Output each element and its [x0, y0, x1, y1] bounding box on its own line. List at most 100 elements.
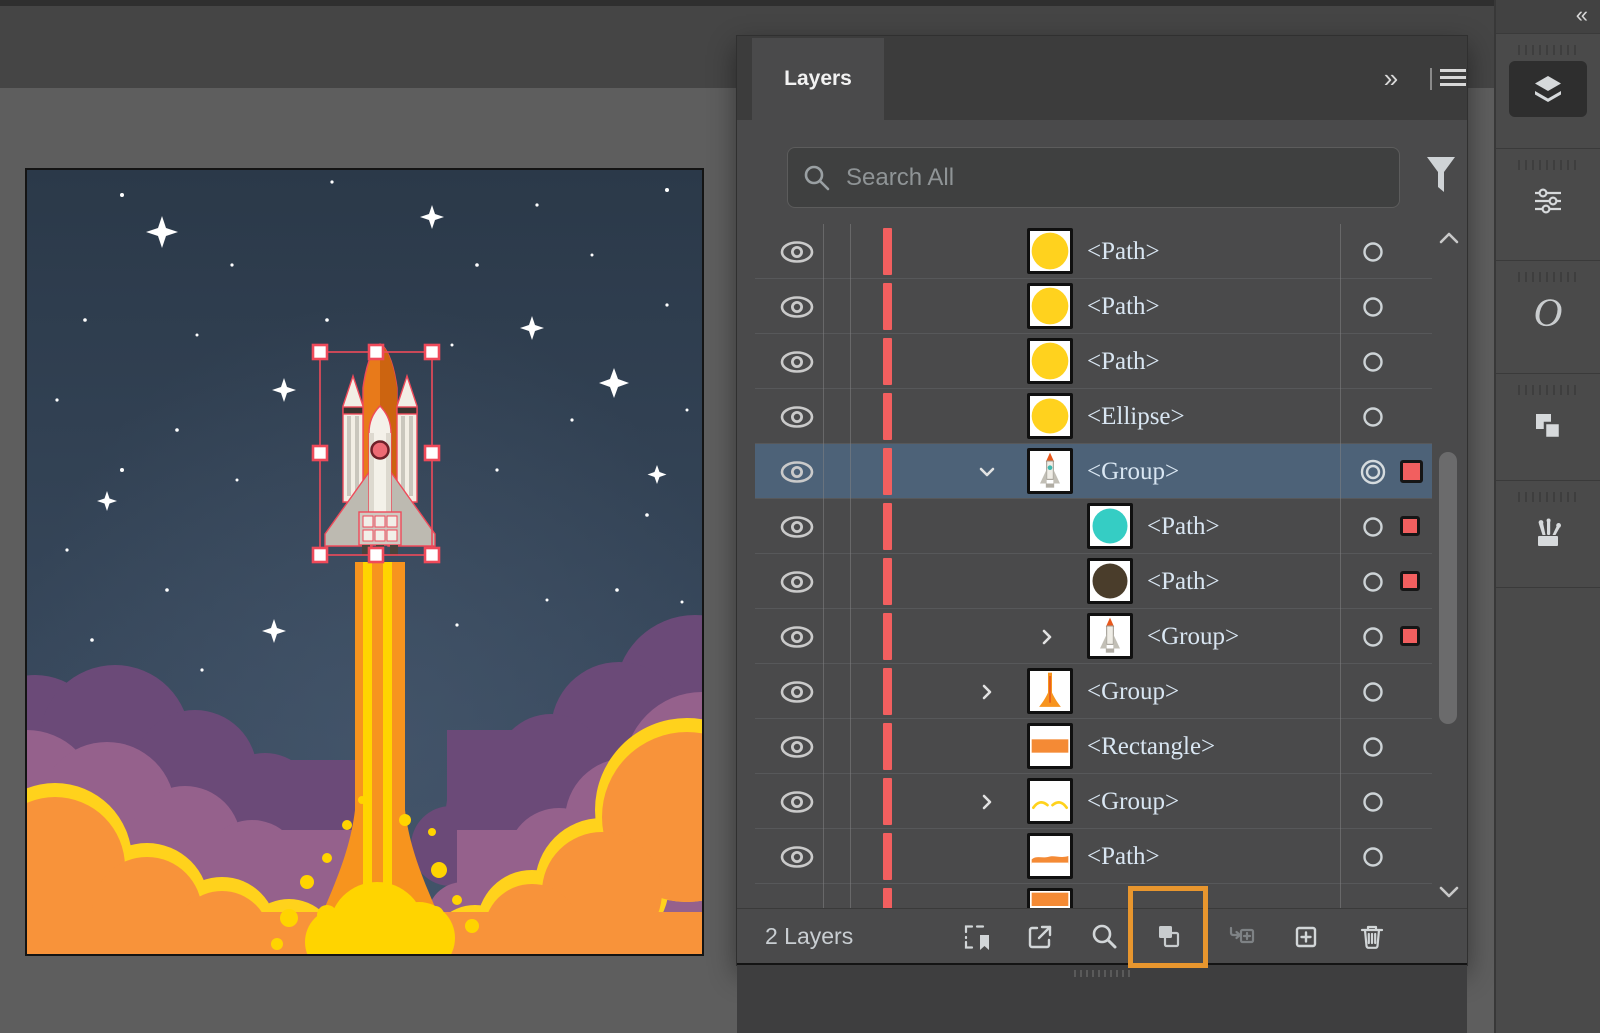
chevron-right-icon[interactable]: [1035, 625, 1059, 649]
layer-thumbnail[interactable]: [1027, 778, 1073, 824]
layer-row[interactable]: <Path>: [755, 829, 1432, 884]
visibility-eye-icon[interactable]: [777, 239, 817, 265]
scrollbar-thumb[interactable]: [1439, 452, 1457, 724]
chevron-down-icon[interactable]: [975, 460, 999, 484]
target-circle[interactable]: [1355, 842, 1391, 872]
layer-row[interactable]: <Rectangle>: [755, 719, 1432, 774]
dock-button-opentype[interactable]: O: [1496, 260, 1600, 372]
layer-thumbnail[interactable]: [1087, 503, 1133, 549]
selection-square[interactable]: [1400, 571, 1420, 591]
target-circle[interactable]: [1355, 732, 1391, 762]
search-field[interactable]: [787, 147, 1400, 208]
selection-square[interactable]: [1400, 460, 1423, 483]
create-new-sublayer-icon: [1229, 926, 1255, 944]
layer-thumbnail[interactable]: [1027, 888, 1073, 908]
layer-row-partial[interactable]: [755, 884, 1432, 908]
export-selection-icon[interactable]: [1023, 920, 1057, 954]
layer-label[interactable]: <Group>: [1087, 444, 1179, 499]
visibility-eye-icon[interactable]: [777, 459, 817, 485]
target-circle[interactable]: [1355, 237, 1391, 267]
layer-row[interactable]: <Group>: [755, 774, 1432, 829]
target-circle[interactable]: [1355, 622, 1391, 652]
dock-button-artboards[interactable]: [1496, 373, 1600, 485]
chevron-right-icon[interactable]: [975, 790, 999, 814]
layer-row[interactable]: <Path>: [755, 554, 1432, 609]
layer-label[interactable]: <Group>: [1147, 609, 1239, 664]
visibility-eye-icon[interactable]: [777, 679, 817, 705]
layer-label[interactable]: <Path>: [1147, 554, 1220, 609]
layer-thumbnail[interactable]: [1027, 448, 1073, 494]
layer-thumbnail[interactable]: [1027, 228, 1073, 274]
target-circle[interactable]: [1355, 512, 1391, 542]
collect-for-export-icon[interactable]: [961, 920, 995, 954]
target-double-circle[interactable]: [1355, 457, 1391, 487]
panel-resize-gripper[interactable]: [1074, 970, 1130, 977]
visibility-eye-icon[interactable]: [777, 844, 817, 870]
dock-button-layers[interactable]: [1496, 33, 1600, 145]
layer-label[interactable]: <Path>: [1087, 334, 1160, 389]
visibility-eye-icon[interactable]: [777, 404, 817, 430]
layer-thumbnail[interactable]: [1027, 723, 1073, 769]
layer-thumbnail[interactable]: [1087, 558, 1133, 604]
visibility-eye-icon[interactable]: [777, 734, 817, 760]
visibility-eye-icon[interactable]: [777, 349, 817, 375]
collapse-to-icons-icon[interactable]: »: [1367, 65, 1413, 92]
delete-selection-trash-icon[interactable]: [1355, 920, 1389, 954]
layer-label[interactable]: <Rectangle>: [1087, 719, 1215, 774]
layer-thumbnail[interactable]: [1027, 668, 1073, 714]
layer-thumbnail[interactable]: [1087, 613, 1133, 659]
selection-square[interactable]: [1400, 626, 1420, 646]
layers-panel-icon[interactable]: [1531, 72, 1565, 106]
artboards-squares-icon[interactable]: [1531, 409, 1565, 443]
expand-panels-icon[interactable]: «: [1496, 0, 1600, 33]
locate-object-icon[interactable]: [1088, 920, 1122, 954]
layer-label[interactable]: <Path>: [1087, 279, 1160, 334]
visibility-eye-icon[interactable]: [777, 569, 817, 595]
layer-label[interactable]: <Ellipse>: [1087, 389, 1185, 444]
properties-sliders-icon[interactable]: [1531, 184, 1565, 218]
visibility-eye-icon[interactable]: [777, 624, 817, 650]
scroll-down-icon[interactable]: [1437, 882, 1461, 902]
layer-label[interactable]: <Group>: [1087, 664, 1179, 719]
panel-menu-icon[interactable]: [1440, 69, 1466, 89]
dock-button-brushes[interactable]: [1496, 480, 1600, 592]
layer-row[interactable]: <Path>: [755, 334, 1432, 389]
filter-funnel-icon[interactable]: [1426, 156, 1456, 198]
artboard-canvas[interactable]: [25, 168, 704, 956]
tab-layers[interactable]: Layers: [752, 38, 884, 120]
column-divider: [823, 224, 824, 908]
layer-row[interactable]: <Path>: [755, 499, 1432, 554]
dock-button-properties[interactable]: [1496, 148, 1600, 260]
layer-row[interactable]: <Group>: [755, 664, 1432, 719]
brushes-box-icon[interactable]: [1531, 516, 1565, 550]
visibility-eye-icon[interactable]: [777, 789, 817, 815]
search-input[interactable]: [844, 162, 1389, 193]
scrollbar[interactable]: [1435, 224, 1463, 908]
layer-thumbnail[interactable]: [1027, 393, 1073, 439]
layer-label[interactable]: <Path>: [1147, 499, 1220, 554]
layer-label[interactable]: <Path>: [1087, 224, 1160, 279]
target-circle[interactable]: [1355, 402, 1391, 432]
layer-thumbnail[interactable]: [1027, 833, 1073, 879]
selection-square[interactable]: [1400, 516, 1420, 536]
opentype-o-icon[interactable]: O: [1531, 293, 1565, 333]
layer-label[interactable]: <Path>: [1087, 829, 1160, 884]
visibility-eye-icon[interactable]: [777, 294, 817, 320]
chevron-right-icon[interactable]: [975, 680, 999, 704]
layer-row[interactable]: <Path>: [755, 224, 1432, 279]
target-circle[interactable]: [1355, 292, 1391, 322]
target-circle[interactable]: [1355, 567, 1391, 597]
create-new-layer-icon[interactable]: [1289, 920, 1323, 954]
visibility-eye-icon[interactable]: [777, 514, 817, 540]
layer-thumbnail[interactable]: [1027, 338, 1073, 384]
scroll-up-icon[interactable]: [1437, 228, 1461, 248]
layer-row-selected[interactable]: <Group>: [755, 444, 1432, 499]
layer-row[interactable]: <Path>: [755, 279, 1432, 334]
target-circle[interactable]: [1355, 787, 1391, 817]
layer-thumbnail[interactable]: [1027, 283, 1073, 329]
layer-label[interactable]: <Group>: [1087, 774, 1179, 829]
target-circle[interactable]: [1355, 347, 1391, 377]
layer-row[interactable]: <Ellipse>: [755, 389, 1432, 444]
layer-row[interactable]: <Group>: [755, 609, 1432, 664]
target-circle[interactable]: [1355, 677, 1391, 707]
